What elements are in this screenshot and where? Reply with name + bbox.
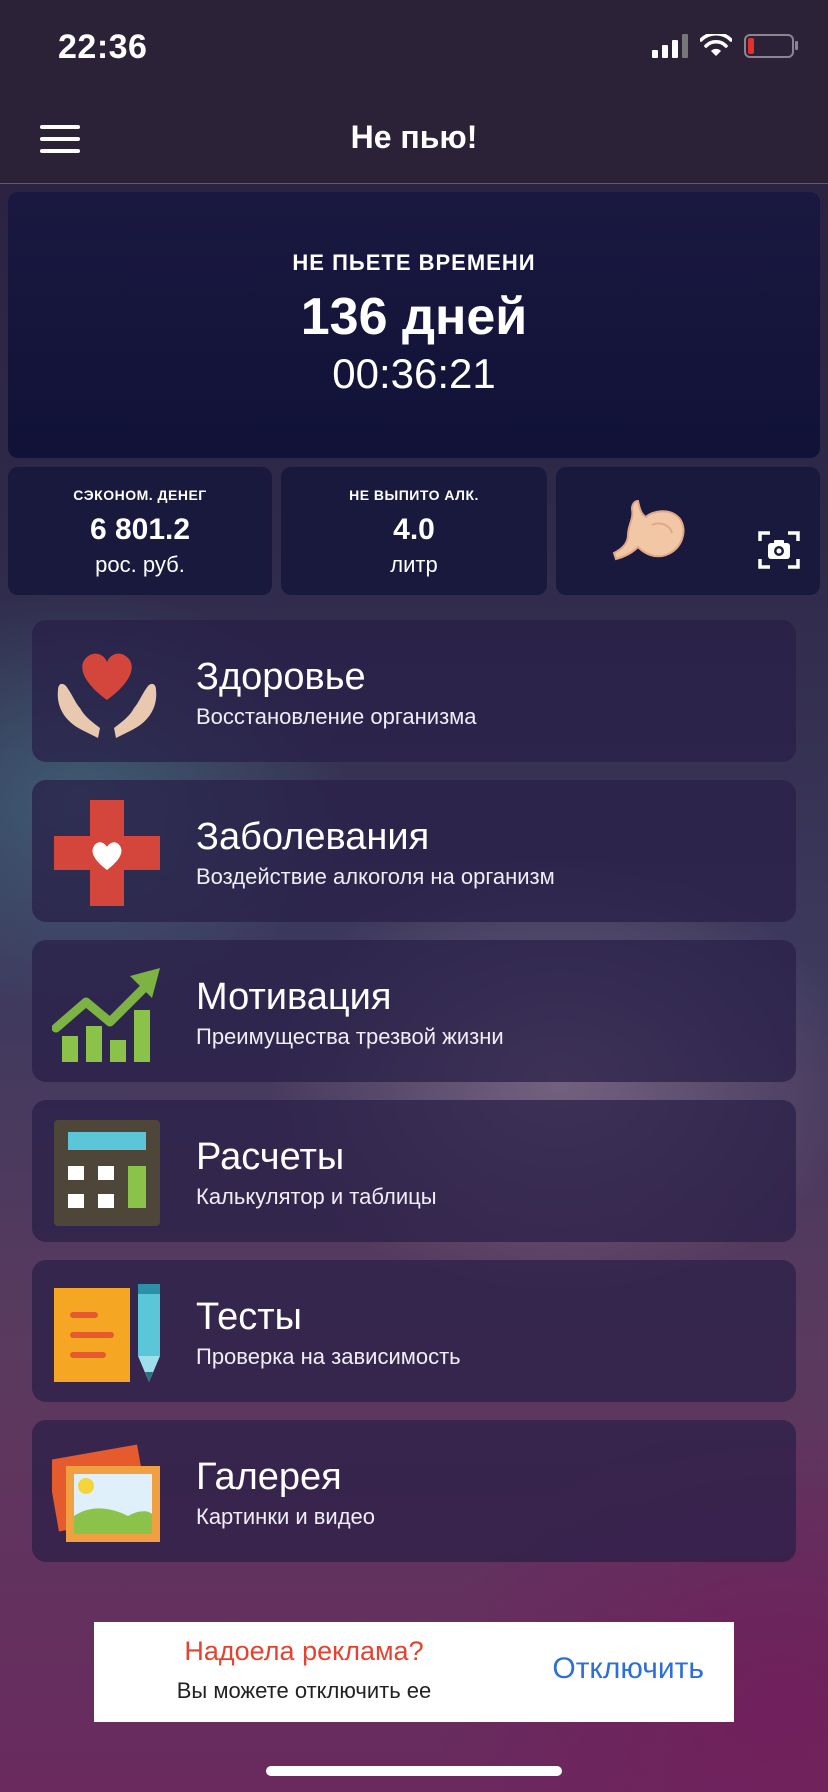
camera-icon[interactable] — [758, 529, 800, 571]
menu-item-subtitle: Преимущества трезвой жизни — [196, 1024, 504, 1049]
gallery-icon — [52, 1444, 160, 1542]
ad-subtitle: Вы можете отключить ее — [176, 1678, 432, 1703]
test-pencil-icon — [54, 1284, 160, 1382]
money-saved-label: СЭКОНОМ. ДЕНЕГ — [73, 487, 207, 503]
menu-item-subtitle: Проверка на зависимость — [196, 1344, 461, 1369]
medical-cross-icon — [54, 800, 160, 906]
alcohol-not-drunk-tile: НЕ ВЫПИТО АЛК. 4.0 литр — [281, 467, 547, 595]
menu-item-title: Заболевания — [196, 816, 430, 858]
organ-tile[interactable] — [556, 467, 820, 595]
counter-label: НЕ ПЬЕТЕ ВРЕМЕНИ — [292, 250, 536, 275]
menu-item-gallery[interactable]: Галерея Картинки и видео — [32, 1420, 796, 1562]
ad-banner[interactable]: Надоела реклама? Вы можете отключить ее … — [94, 1622, 734, 1722]
signal-icon — [652, 34, 688, 58]
alcohol-value: 4.0 — [393, 513, 435, 546]
alcohol-label: НЕ ВЫПИТО АЛК. — [349, 487, 479, 503]
counter-time: 00:36:21 — [332, 350, 496, 397]
menu-item-tests[interactable]: Тесты Проверка на зависимость — [32, 1260, 796, 1402]
menu-item-title: Галерея — [196, 1456, 342, 1498]
stomach-icon — [612, 499, 685, 561]
money-saved-tile: СЭКОНОМ. ДЕНЕГ 6 801.2 рос. руб. — [8, 467, 272, 595]
wifi-icon — [700, 34, 732, 56]
money-saved-unit: рос. руб. — [95, 552, 185, 577]
menu-item-title: Мотивация — [196, 976, 392, 1018]
menu-item-subtitle: Картинки и видео — [196, 1504, 376, 1529]
disable-ads-button[interactable]: Отключить — [552, 1652, 704, 1686]
menu-item-subtitle: Калькулятор и таблицы — [196, 1184, 437, 1209]
status-bar: 22:36 — [0, 0, 828, 95]
sobriety-counter-card: НЕ ПЬЕТЕ ВРЕМЕНИ 136 дней 00:36:21 — [8, 192, 820, 458]
money-saved-value: 6 801.2 — [89, 513, 191, 546]
home-indicator[interactable] — [266, 1766, 562, 1776]
page-title: Не пью! — [350, 119, 478, 155]
menu-item-calculations[interactable]: Расчеты Калькулятор и таблицы — [32, 1100, 796, 1242]
calculator-icon — [54, 1120, 160, 1226]
nav-bar: Не пью! — [0, 95, 828, 184]
menu-item-motivation[interactable]: Мотивация Преимущества трезвой жизни — [32, 940, 796, 1082]
menu-item-health[interactable]: Здоровье Восстановление организма — [32, 620, 796, 762]
heart-hands-icon — [57, 653, 157, 738]
menu-item-title: Здоровье — [196, 656, 366, 698]
menu-item-subtitle: Воздействие алкоголя на организм — [196, 864, 555, 889]
menu-item-subtitle: Восстановление организма — [196, 704, 477, 729]
battery-icon — [744, 34, 798, 58]
menu-item-title: Расчеты — [196, 1136, 345, 1178]
alcohol-unit: литр — [390, 552, 438, 577]
ad-title: Надоела реклама? — [184, 1636, 424, 1666]
menu-item-diseases[interactable]: Заболевания Воздействие алкоголя на орга… — [32, 780, 796, 922]
menu-item-title: Тесты — [196, 1296, 302, 1338]
status-icons — [652, 34, 798, 58]
status-time: 22:36 — [58, 28, 148, 66]
counter-days: 136 дней — [300, 288, 528, 346]
growth-chart-icon — [52, 968, 160, 1062]
